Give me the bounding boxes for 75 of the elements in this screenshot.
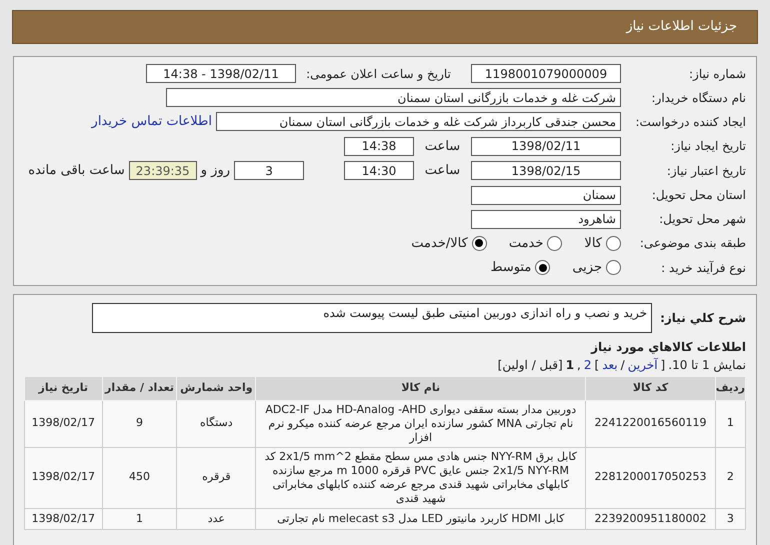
date-field: 1398/02/15 [471, 161, 621, 180]
field-label: طبقه بندی موضوعی: [638, 235, 746, 252]
field-label: نام دستگاه خریدار: [650, 90, 746, 106]
pagination-text: [قبل / اولین] [498, 356, 563, 374]
remaining-label: ساعت باقی مانده [28, 162, 126, 180]
remaining-time-field: 23:39:35 [128, 161, 197, 180]
radio-icon[interactable] [547, 236, 562, 251]
pagination-text: نمایش 1 تا 10. [668, 356, 746, 374]
header-title: جزئیات اطلاعات نیاز [626, 18, 737, 36]
current-page: 1 [566, 356, 574, 374]
pagination-link[interactable]: بعد [602, 356, 618, 374]
field-label: شهر محل تحویل: [658, 211, 746, 228]
table-cell: 2241220016560119 [586, 400, 716, 447]
table-cell: کابل HDMI کاربرد مانیتور LED مدل melecast s3 نام تجارتی [256, 508, 586, 530]
table-cell: 2 [715, 447, 746, 508]
time-label: ساعت [424, 162, 462, 180]
pagination-text: , [577, 356, 581, 374]
radio-icon[interactable] [606, 260, 621, 276]
time-field: 14:30 [344, 161, 414, 180]
table-cell: 450 [102, 447, 177, 508]
buyer-contact-link[interactable]: اطلاعات تماس خریدار [92, 112, 212, 132]
column-header: تعداد / مقدار [102, 376, 177, 400]
table-cell: 1 [715, 400, 746, 447]
radio-icon[interactable] [472, 236, 487, 251]
province-field: سمنان [471, 186, 621, 204]
table-cell: دستگاه [176, 400, 256, 447]
field-label: نوع فرآیند خرید : [660, 260, 746, 277]
radio-option[interactable]: متوسط [490, 258, 550, 278]
column-header: تاریخ نیاز [24, 376, 102, 400]
table-cell: قرقره [176, 447, 256, 508]
column-header: ردیف [715, 376, 746, 400]
radio-icon[interactable] [535, 260, 550, 276]
table-cell: دوربین مدار بسته سقفی دیواری HD-Analog -AHD مدل ADC2-IF نام تجارتی MNA کشور سازنده ایران مرجع عرضه کننده میکرو نرم افزار [256, 400, 586, 447]
pagination-text: ] [594, 356, 600, 374]
pagination-text: [ [660, 356, 666, 374]
table-cell: 3 [715, 508, 746, 530]
table-cell: 1398/02/17 [24, 400, 102, 447]
need-number-field: 1198001079000009 [471, 64, 621, 83]
summary-field: خرید و نصب و راه اندازی دوربین امنیتی طبق لیست پیوست شده [92, 302, 652, 332]
field-label: شماره نیاز: [688, 66, 746, 82]
field-label: تاریخ و ساعت اعلان عمومی: [305, 66, 452, 82]
table-cell: کابل برق NYY-RM جنس هادی مس سطح مقطع 2x1/5 mm^2 کد 2x1/5 NYY-RM جنس عایق PVC قرقره 1000 m مرجع سازنده کابلهای مخابراتی شهید قندی مرجع عرضه کننده کابلهای مخابراتی شهید قندی [256, 447, 586, 508]
pagination-link[interactable]: 2 [584, 356, 592, 374]
radio-option[interactable]: جزیی [572, 258, 621, 278]
field-label: استان محل تحویل: [650, 187, 746, 204]
table-cell: 1 [102, 508, 177, 530]
table-cell: 1398/02/17 [24, 447, 102, 508]
city-field: شاهرود [471, 210, 621, 228]
column-header: نام کالا [256, 376, 586, 400]
date-field: 1398/02/11 [471, 136, 621, 156]
field-label: تاریخ ایجاد نیاز: [670, 138, 746, 156]
table-cell: 1398/02/17 [24, 508, 102, 530]
table-cell: عدد [176, 508, 256, 530]
column-header: واحد شمارش [176, 376, 256, 400]
field-label: تاریخ اعتبار نیاز: [666, 162, 746, 180]
goods-title: اطلاعات کالاهاي مورد نياز [590, 338, 746, 356]
days-field: 3 [234, 161, 304, 180]
radio-option[interactable]: کالا/خدمت [411, 234, 487, 253]
announce-date-field: 1398/02/11 - 14:38 [146, 64, 296, 83]
summary-label: شرح کلي نياز: [660, 310, 746, 326]
table-cell: 9 [102, 400, 177, 447]
radio-icon[interactable] [606, 236, 621, 251]
days-label: روز و [199, 162, 231, 180]
buyer-field: شرکت غله و خدمات بازرگانی استان سمنان [166, 88, 621, 107]
time-field: 14:38 [344, 136, 414, 156]
radio-option[interactable]: خدمت [508, 234, 562, 253]
time-label: ساعت [424, 138, 462, 156]
requester-field: محسن جندقی کاربرداز شرکت غله و خدمات بازرگانی استان سمنان [216, 112, 621, 132]
pagination-link[interactable]: آخرین [628, 356, 658, 374]
pagination-text: / [620, 356, 625, 374]
field-label: ایجاد کننده درخواست: [634, 114, 746, 131]
table-cell: 2281200017050253 [586, 447, 716, 508]
radio-option[interactable]: کالا [584, 234, 621, 253]
column-header: کد کالا [586, 376, 716, 400]
table-cell: 2239200951180002 [586, 508, 716, 530]
